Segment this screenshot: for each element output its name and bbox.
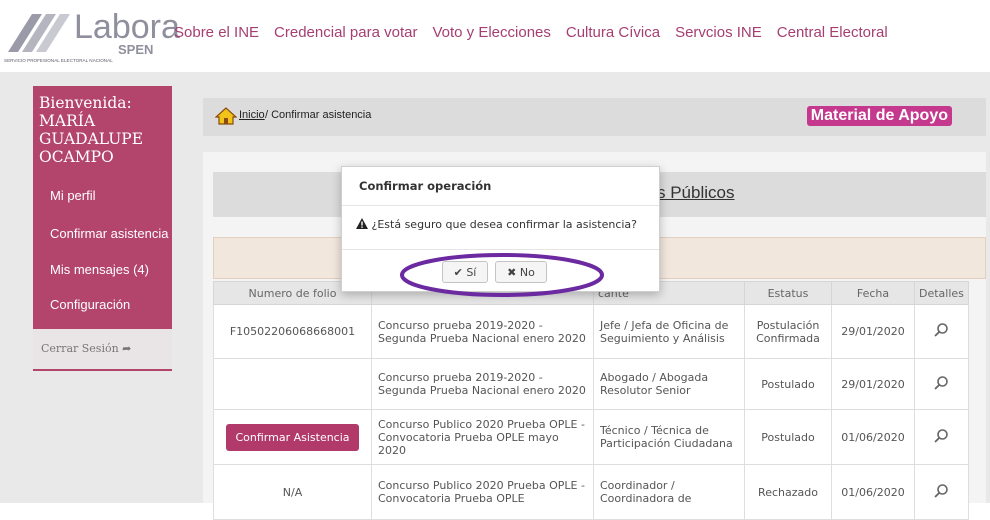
warning-icon [356,218,368,229]
cell-folio: N/A [213,464,372,520]
cell-fecha: 01/06/2020 [831,409,915,465]
welcome-message: Bienvenida: MARÍA GUADALUPE OCAMPO [39,94,144,166]
nav-voto-elecciones[interactable]: Voto y Elecciones [432,24,550,41]
highlight-ellipse [400,253,604,297]
magnifier-icon[interactable] [933,483,949,499]
applications-table: Numero de folio cante Estatus Fecha Deta… [213,281,969,520]
cell-concurso: Concurso Publico 2020 Prueba OPLE - Conv… [371,409,594,465]
cell-detalles [914,304,969,359]
cell-detalles [914,358,969,410]
table-row: Concurso prueba 2019-2020 - Segunda Prue… [213,358,969,410]
cell-estatus: Postulado [744,358,832,410]
site-header: Labora SPEN SERVICIO PROFESIONAL ELECTOR… [0,0,990,72]
sidebar: Bienvenida: MARÍA GUADALUPE OCAMPO Mi pe… [33,86,172,371]
cell-estatus: Postulación Confirmada [744,304,832,359]
header-fecha: Fecha [831,281,915,305]
cell-folio: Confirmar Asistencia [213,409,372,465]
cell-puesto: Coordinador / Coordinadora de [593,464,745,520]
cell-concurso: Concurso prueba 2019-2020 - Segunda Prue… [371,358,594,410]
header-detalles: Detalles [914,281,969,305]
magnifier-icon[interactable] [933,322,949,338]
logo-stripes-icon [8,14,70,52]
header-estatus: Estatus [744,281,832,305]
dialog-message-row: ¿Está seguro que desea confirmar la asis… [356,218,637,231]
sidebar-item-confirmar-asistencia[interactable]: Confirmar asistencia [33,216,172,252]
nav-sobre-ine[interactable]: Sobre el INE [174,24,259,41]
cell-folio [213,358,372,410]
cell-fecha: 01/06/2020 [831,464,915,520]
cell-estatus: Postulado [744,409,832,465]
top-navigation: Sobre el INE Credencial para votar Voto … [174,24,903,41]
sidebar-item-mi-perfil[interactable]: Mi perfil [33,178,172,214]
cell-detalles [914,464,969,520]
nav-credencial[interactable]: Credencial para votar [274,24,417,41]
magnifier-icon[interactable] [933,428,949,444]
material-de-apoyo-button[interactable]: Material de Apoyo [806,106,952,126]
cell-estatus: Rechazado [744,464,832,520]
logo-spen: SPEN [118,42,154,57]
breadcrumb-current: / Confirmar asistencia [265,109,372,121]
sidebar-item-configuracion[interactable]: Configuración [33,287,172,323]
magnifier-icon[interactable] [933,375,949,391]
table-row: N/A Concurso Publico 2020 Prueba OPLE - … [213,464,969,520]
nav-cultura-civica[interactable]: Cultura Cívica [566,24,660,41]
sidebar-item-mis-mensajes[interactable]: Mis mensajes (4) [33,252,172,288]
breadcrumb: Inicio / Confirmar asistencia Material d… [203,98,986,136]
cell-puesto: Técnico / Técnica de Participación Ciuda… [593,409,745,465]
dialog-message: ¿Está seguro que desea confirmar la asis… [371,218,638,231]
logout-button[interactable]: Cerrar Sesión ➦ [33,329,172,369]
cell-puesto: Abogado / Abogada Resolutor Senior [593,358,745,410]
cell-folio: F10502206068668001 [213,304,372,359]
dialog-divider [342,249,659,250]
cell-fecha: 29/01/2020 [831,358,915,410]
cell-concurso: Concurso Publico 2020 Prueba OPLE - Conv… [371,464,594,520]
labora-spen-logo[interactable]: Labora SPEN SERVICIO PROFESIONAL ELECTOR… [4,8,180,66]
nav-central-electoral[interactable]: Central Electoral [777,24,888,41]
nav-servicios-ine[interactable]: Servcios INE [675,24,762,41]
section-title-link[interactable]: s Públicos [657,183,734,203]
cell-puesto: Jefe / Jefa de Oficina de Seguimiento y … [593,304,745,359]
logo-subtitle: SERVICIO PROFESIONAL ELECTORAL NACIONAL [4,58,113,63]
cell-detalles [914,409,969,465]
dialog-divider [342,205,659,206]
home-icon[interactable] [215,107,237,125]
table-row: F10502206068668001 Concurso prueba 2019-… [213,304,969,359]
breadcrumb-inicio-link[interactable]: Inicio [239,109,265,121]
cell-fecha: 29/01/2020 [831,304,915,359]
cell-concurso: Concurso prueba 2019-2020 - Segunda Prue… [371,304,594,359]
table-row: Confirmar Asistencia Concurso Publico 20… [213,409,969,465]
dialog-title: Confirmar operación [359,179,492,193]
confirmar-asistencia-button[interactable]: Confirmar Asistencia [226,423,359,451]
